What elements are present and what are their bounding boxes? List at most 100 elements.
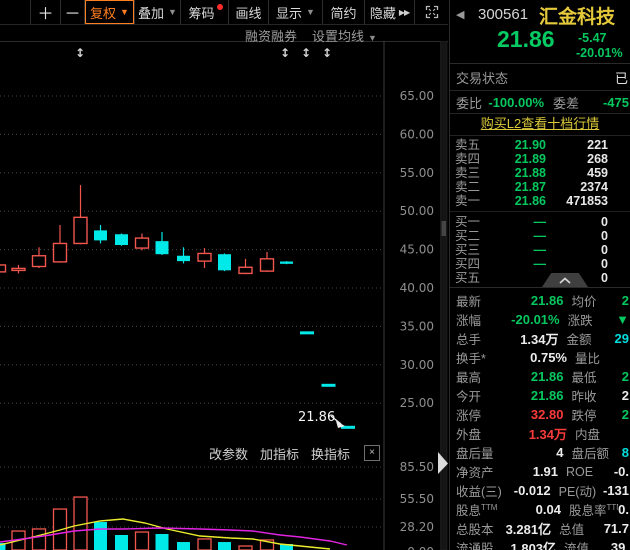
ask-row-5[interactable]: 卖一 21.86 471853 [450,194,630,208]
svg-text:55.50: 55.50 [400,492,434,506]
simple-mode-button[interactable]: 简约 [323,0,365,24]
buy-l2-link[interactable]: 购买L2查看十档行情 [481,116,599,131]
stat-value: 29 [614,331,629,346]
stat-value: 2 [621,407,629,422]
chevron-up-icon [559,276,571,284]
stat-value: 3.281亿 [505,522,552,537]
ask-row-2[interactable]: 卖四 21.89 268 [450,152,630,166]
stat-label: 涨幅 [456,314,482,328]
toolbar-spacer [0,0,31,24]
stat-label: 量比 [575,352,601,366]
ask-label: 卖三 [455,166,481,180]
simple-mode-button-label: 简约 [330,5,357,21]
stat-row-6: 今开 21.86 昨收 2 [450,386,630,405]
stat-value: 32.80 [530,407,564,422]
switch-indicator-button[interactable]: 换指标 [311,444,350,463]
bid-label: 买三 [455,243,481,257]
bid-label: 买五 [455,271,481,285]
weibi-row: 委比 -100.00% 委差 -475 [450,91,630,114]
stat-label: 最高 [456,371,482,385]
fullscreen-icon [425,5,438,19]
scrollbar-handle-icon[interactable] [441,221,447,236]
stat-label: 外盘 [456,428,482,442]
chips-button[interactable]: 筹码 [181,0,229,24]
stat-row-9: 盘后量 4 盘后额 8 [450,443,630,462]
ask-volume: 2374 [580,180,608,194]
stat-value: 0.75% [530,350,567,365]
change-params-button[interactable]: 改参数 [209,444,248,463]
chevron-down-icon: ▼ [306,6,315,17]
stat-label: 总股本 [456,523,494,537]
bid-price [485,271,546,285]
stat-row-14: 流通股 1.803亿 流值 39. [450,538,630,550]
svg-text:25.00: 25.00 [400,396,434,410]
svg-text:45.00: 45.00 [400,243,434,257]
bid-row-3[interactable]: 买三 — 0 [450,243,630,257]
zoom-in-button[interactable]: ＋ [31,0,61,24]
stat-value: 21.86 [530,388,564,403]
fullscreen-button[interactable] [415,0,448,24]
ask-row-3[interactable]: 卖三 21.88 459 [450,166,630,180]
bid-price: — [533,257,547,271]
display-button[interactable]: 显示 ▼ [269,0,323,24]
stat-label: 盘后量 [456,447,494,461]
stat-value: 1.803亿 [510,541,557,550]
bid-levels: 买一 —0 买二 —0 买三 —0 买四 —0 买五 0 [450,212,630,287]
svg-text:65.00: 65.00 [400,89,434,103]
stat-row-11: 收益(三) -0.012 PE(动) -131 [450,481,630,500]
draw-line-button[interactable]: 画线 [229,0,269,24]
adjust-price-button-label: 复权 [90,5,117,21]
svg-text:↕: ↕ [322,46,332,60]
stat-label: PE(动) [558,485,597,499]
svg-text:50.00: 50.00 [400,204,434,218]
stat-row-8: 外盘 1.34万 内盘 [450,424,630,443]
stat-value: 1.34万 [520,332,559,347]
toolbar-buttons: ＋－复权 ▼ 叠加 ▼ 筹码 画线 显示 ▼ 简约 隐藏 ▶▶ [31,0,415,24]
hide-button[interactable]: 隐藏 ▶▶ [365,0,415,24]
weibi-label: 委比 [456,95,483,111]
stat-row-10: 净资产 1.91 ROE -0. [450,462,630,481]
bid-row-5[interactable]: 买五 0 [450,271,630,285]
stat-row-1: 最新 21.86 均价 2 [450,291,630,310]
ask-price: 21.87 [514,180,546,194]
bid-levels-wrap: 买一 —0 买二 —0 买三 —0 买四 —0 买五 0 [450,212,630,288]
bid-volume: 0 [601,243,608,257]
zoom-out-button[interactable]: － [61,0,85,24]
trade-status-value: 已 [614,70,628,86]
bid-label: 买一 [455,215,481,229]
stat-value: -0.012 [513,483,551,498]
stat-value: 2 [621,369,629,384]
bid-row-2[interactable]: 买二 — 0 [450,229,630,243]
ask-row-1[interactable]: 卖五 21.90 221 [450,138,630,152]
stat-value: 0.04 [535,502,561,517]
ask-volume: 459 [587,166,608,180]
adjust-price-button[interactable]: 复权 ▼ [85,0,135,24]
ask-row-4[interactable]: 卖二 21.87 2374 [450,180,630,194]
svg-text:35.00: 35.00 [400,319,434,333]
stat-value: 21.86 [530,369,564,384]
close-indicator-icon[interactable]: × [364,445,380,461]
stat-value: 0. [618,502,629,517]
bid-label: 买四 [455,257,481,271]
l2-promo-row: 购买L2查看十档行情 [450,114,630,136]
kline-chart-canvas[interactable]: 65.00 60.00 55.00 50.00 45.00 40.00 35.00 30.00… [0,41,448,550]
stat-label: 流通股 [456,542,494,550]
stat-label: 总手 [456,333,482,347]
stat-label: 金额 [566,333,592,347]
add-indicator-button[interactable]: 加指标 [260,444,299,463]
svg-text:↕: ↕ [75,46,85,60]
chart-scrollbar[interactable] [440,41,448,550]
bid-row-1[interactable]: 买一 — 0 [450,215,630,229]
stat-label: 今开 [456,390,482,404]
stat-label: 流值 [564,542,590,550]
main-toolbar: ＋－复权 ▼ 叠加 ▼ 筹码 画线 显示 ▼ 简约 隐藏 ▶▶ [0,0,448,25]
weicha-label: 委差 [553,95,580,111]
stat-label: 总值 [559,523,585,537]
overlay-button[interactable]: 叠加 ▼ [135,0,181,24]
weicha-value: -475 [602,94,629,110]
ask-levels: 卖五 21.90 221 卖四 21.89 268 卖三 21.88 459 卖二 21.87 237… [450,136,630,212]
bid-row-4[interactable]: 买四 — 0 [450,257,630,271]
bid-price: — [533,215,547,229]
back-chevron-icon[interactable]: ◀ [456,8,464,21]
zoom-out-button-label: － [64,6,81,23]
